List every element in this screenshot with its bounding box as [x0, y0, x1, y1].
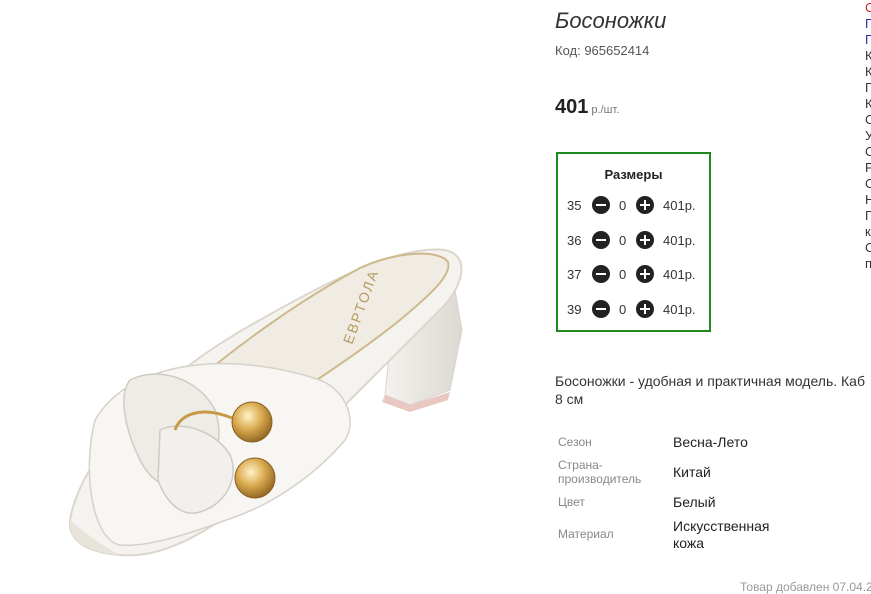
increment-quantity-button[interactable]	[636, 196, 654, 214]
size-price: 401р.	[663, 267, 696, 282]
sizes-title: Размеры	[604, 167, 663, 182]
quantity-value: 0	[619, 302, 627, 317]
sandal-strap	[88, 362, 351, 547]
product-photo: ЕВРТОЛА	[68, 248, 463, 557]
price-value: 401	[555, 96, 589, 118]
description-line: 8 см	[555, 391, 584, 407]
size-row: 39 0 401р.	[558, 300, 709, 320]
size-row: 35 0 401р.	[558, 196, 709, 216]
sidebar-text: С	[865, 240, 871, 255]
size-price: 401р.	[663, 233, 696, 248]
attribute-value: Китай	[673, 464, 711, 480]
added-date: Товар добавлен 07.04.2	[740, 580, 871, 594]
sidebar-text: С	[865, 176, 871, 191]
sidebar-link[interactable]: П	[865, 16, 871, 32]
product-code: Код: 965652414	[555, 43, 650, 58]
sidebar-text: К	[865, 48, 871, 63]
sidebar-text: П	[865, 208, 871, 223]
attribute-value: Весна-Лето	[673, 434, 748, 450]
sidebar-cut: С П П К К П К С У С Р С Н П к С п	[865, 0, 871, 290]
size-value: 37	[567, 267, 582, 282]
sidebar-text: П	[865, 80, 871, 95]
attribute-label: производитель	[558, 472, 642, 486]
sidebar-text: К	[865, 64, 871, 79]
attribute-value: Белый	[673, 494, 716, 510]
decrement-quantity-button[interactable]	[592, 265, 610, 283]
attribute-label: Страна-	[558, 458, 603, 472]
size-price: 401р.	[663, 302, 696, 317]
quantity-value: 0	[619, 233, 627, 248]
product-description: Босоножки - удобная и практичная модель.…	[555, 372, 871, 408]
sizes-panel: Размеры 35 0 401р. 36 0 401р. 37 0 401р.…	[556, 152, 711, 332]
sidebar-text: Р	[865, 160, 871, 175]
sidebar-text: С	[865, 144, 871, 159]
size-value: 35	[567, 198, 582, 213]
decrement-quantity-button[interactable]	[592, 231, 610, 249]
quantity-value: 0	[619, 198, 627, 213]
increment-quantity-button[interactable]	[636, 300, 654, 318]
product-title: Босоножки	[555, 8, 667, 33]
price-block: 401 р./шт.	[555, 96, 619, 119]
size-price: 401р.	[663, 198, 696, 213]
attribute-value: кожа	[673, 535, 705, 551]
price-unit: р./шт.	[591, 104, 620, 116]
decrement-quantity-button[interactable]	[592, 300, 610, 318]
size-row: 36 0 401р.	[558, 231, 709, 251]
sidebar-text: к	[865, 224, 871, 239]
increment-quantity-button[interactable]	[636, 231, 654, 249]
attribute-label: Сезон	[558, 435, 592, 449]
size-value: 39	[567, 302, 582, 317]
sidebar-text: п	[865, 256, 871, 271]
size-value: 36	[567, 233, 582, 248]
increment-quantity-button[interactable]	[636, 265, 654, 283]
sidebar-link[interactable]: П	[865, 32, 871, 48]
sidebar-text: Н	[865, 192, 871, 207]
attribute-label: Материал	[558, 527, 614, 541]
decrement-quantity-button[interactable]	[592, 196, 610, 214]
description-line: Босоножки - удобная и практичная модель.…	[555, 373, 865, 389]
sidebar-text: С	[865, 112, 871, 127]
quantity-value: 0	[619, 267, 627, 282]
size-row: 37 0 401р.	[558, 265, 709, 285]
sidebar-text: К	[865, 96, 871, 111]
sidebar-link[interactable]: С	[865, 0, 871, 16]
sidebar-text: У	[865, 128, 871, 143]
attribute-label: Цвет	[558, 495, 585, 509]
attribute-value: Искусственная	[673, 518, 770, 534]
